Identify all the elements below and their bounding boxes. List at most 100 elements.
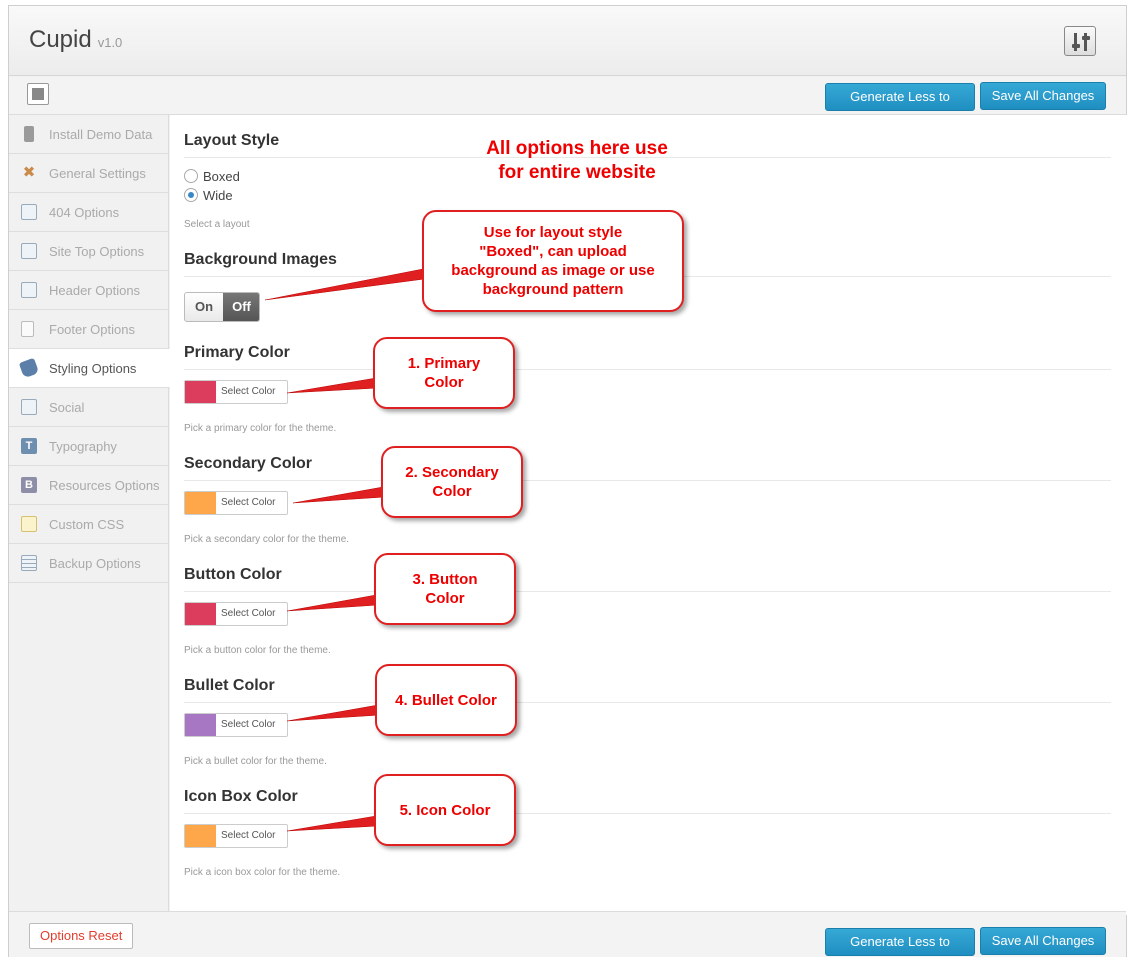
primary-color-swatch <box>185 381 216 403</box>
annotation-main-note: All options here use for entire website <box>448 137 706 185</box>
annotation-line: 5. Icon Color <box>399 801 491 819</box>
button-color-swatch <box>185 603 216 625</box>
sidebar-item-resources[interactable]: B Resources Options <box>9 466 168 505</box>
switch-off[interactable]: Off <box>223 293 259 321</box>
annotation-background: Use for layout style "Boxed", can upload… <box>422 210 684 312</box>
bullet-color-picker[interactable]: Select Color <box>184 713 288 737</box>
section-divider <box>184 702 1111 703</box>
backup-icon <box>21 555 37 571</box>
settings-sliders-icon[interactable] <box>1064 26 1096 56</box>
sidebar-item-footer[interactable]: Footer Options <box>9 310 168 349</box>
secondary-color-title: Secondary Color <box>184 455 313 472</box>
radio-wide[interactable]: Wide <box>184 188 233 203</box>
tools-icon: ✖ <box>22 164 36 181</box>
annotation-button: 3. Button Color <box>374 553 516 625</box>
radio-boxed[interactable]: Boxed <box>184 169 240 184</box>
window-icon <box>21 204 37 220</box>
generate-less-button[interactable]: Generate Less to CSS <box>825 83 975 130</box>
layout-style-title: Layout Style <box>184 132 280 149</box>
annotation-line: Color <box>424 374 464 391</box>
sidebar-item-label: Install Demo Data <box>49 127 153 142</box>
options-reset-button[interactable]: Options Reset <box>29 923 134 949</box>
save-all-button-footer[interactable]: Save All Changes <box>980 927 1106 955</box>
sidebar-item-label: Footer Options <box>49 322 135 337</box>
sidebar-item-label: Backup Options <box>49 556 141 571</box>
select-color-label: Select Color <box>221 386 276 397</box>
annotation-icon: 5. Icon Color <box>374 774 516 846</box>
radio-circle <box>184 169 198 183</box>
select-color-label: Select Color <box>221 497 276 508</box>
icon-box-color-title: Icon Box Color <box>184 788 298 805</box>
panel-header: Cupid v1.0 <box>9 6 1126 76</box>
radio-label-boxed: Boxed <box>203 169 240 184</box>
sidebar-item-label: Custom CSS <box>49 517 125 532</box>
generate-less-button-footer[interactable]: Generate Less to CSS <box>825 928 975 962</box>
window-icon <box>21 399 37 415</box>
css-icon <box>21 516 37 532</box>
annotation-line: Color <box>425 590 465 607</box>
radio-circle-checked <box>184 188 198 202</box>
annotation-main-line: All options here use <box>486 138 668 159</box>
annotation-primary: 1. Primary Color <box>373 337 515 409</box>
install-icon <box>24 126 34 142</box>
sidebar-item-site-top[interactable]: Site Top Options <box>9 232 168 271</box>
section-divider <box>184 813 1111 814</box>
annotation-line: Color <box>432 483 472 500</box>
button-color-picker[interactable]: Select Color <box>184 602 288 626</box>
select-color-label: Select Color <box>221 719 276 730</box>
secondary-color-picker[interactable]: Select Color <box>184 491 288 515</box>
app-title: Cupid v1.0 <box>29 26 122 54</box>
button-color-title: Button Color <box>184 566 282 583</box>
sidebar: Install Demo Data ✖ General Settings 404… <box>9 115 170 915</box>
section-divider <box>184 591 1111 592</box>
sidebar-item-label: Styling Options <box>49 361 137 376</box>
annotation-line: background pattern <box>482 281 624 298</box>
save-all-button[interactable]: Save All Changes <box>980 82 1106 110</box>
annotation-line: 1. Primary <box>407 355 481 372</box>
sidebar-item-install-demo[interactable]: Install Demo Data <box>9 115 168 154</box>
sidebar-item-styling[interactable]: Styling Options <box>9 349 170 388</box>
icon-box-color-description: Pick a icon box color for the theme. <box>184 867 341 878</box>
primary-color-title: Primary Color <box>184 344 290 361</box>
app-version: v1.0 <box>97 35 123 50</box>
annotation-line: 2. Secondary <box>405 464 499 481</box>
annotation-line: 4. Bullet Color <box>395 691 497 709</box>
paint-bucket-icon <box>18 357 40 379</box>
section-divider <box>184 369 1111 370</box>
sidebar-item-custom-css[interactable]: Custom CSS <box>9 505 168 544</box>
layout-style-description: Select a layout <box>184 219 250 230</box>
sidebar-item-header[interactable]: Header Options <box>9 271 168 310</box>
typography-icon: T <box>21 438 37 454</box>
annotation-line: Use for layout style <box>483 224 623 241</box>
sidebar-item-label: Header Options <box>49 283 141 298</box>
sidebar-item-typography[interactable]: T Typography <box>9 427 168 466</box>
annotation-secondary: 2. Secondary Color <box>381 446 523 518</box>
sidebar-item-label: 404 Options <box>49 205 120 220</box>
sidebar-item-label: General Settings <box>49 166 146 181</box>
sidebar-item-404[interactable]: 404 Options <box>9 193 168 232</box>
annotation-main-line: for entire website <box>498 162 656 183</box>
resources-icon: B <box>21 477 37 493</box>
page-icon <box>21 321 34 337</box>
section-divider <box>184 480 1111 481</box>
bullet-color-description: Pick a bullet color for the theme. <box>184 756 327 767</box>
expand-toggle-icon[interactable] <box>27 83 49 105</box>
sidebar-item-backup[interactable]: Backup Options <box>9 544 168 583</box>
sidebar-item-label: Resources Options <box>49 478 160 493</box>
primary-color-description: Pick a primary color for the theme. <box>184 423 337 434</box>
sidebar-item-social[interactable]: Social <box>9 388 168 427</box>
icon-box-color-picker[interactable]: Select Color <box>184 824 288 848</box>
button-color-description: Pick a button color for the theme. <box>184 645 331 656</box>
sidebar-item-label: Site Top Options <box>49 244 145 259</box>
background-images-switch[interactable]: On Off <box>184 292 260 322</box>
annotation-line: 3. Button <box>412 571 478 588</box>
sidebar-item-label: Typography <box>49 439 117 454</box>
primary-color-picker[interactable]: Select Color <box>184 380 288 404</box>
app-name: Cupid <box>29 26 92 53</box>
sidebar-item-general-settings[interactable]: ✖ General Settings <box>9 154 168 193</box>
bullet-color-swatch <box>185 714 216 736</box>
top-toolbar: Generate Less to CSS Save All Changes <box>9 77 1126 130</box>
secondary-color-swatch <box>185 492 216 514</box>
annotation-line: "Boxed", can upload <box>479 243 627 260</box>
switch-on[interactable]: On <box>185 293 223 321</box>
